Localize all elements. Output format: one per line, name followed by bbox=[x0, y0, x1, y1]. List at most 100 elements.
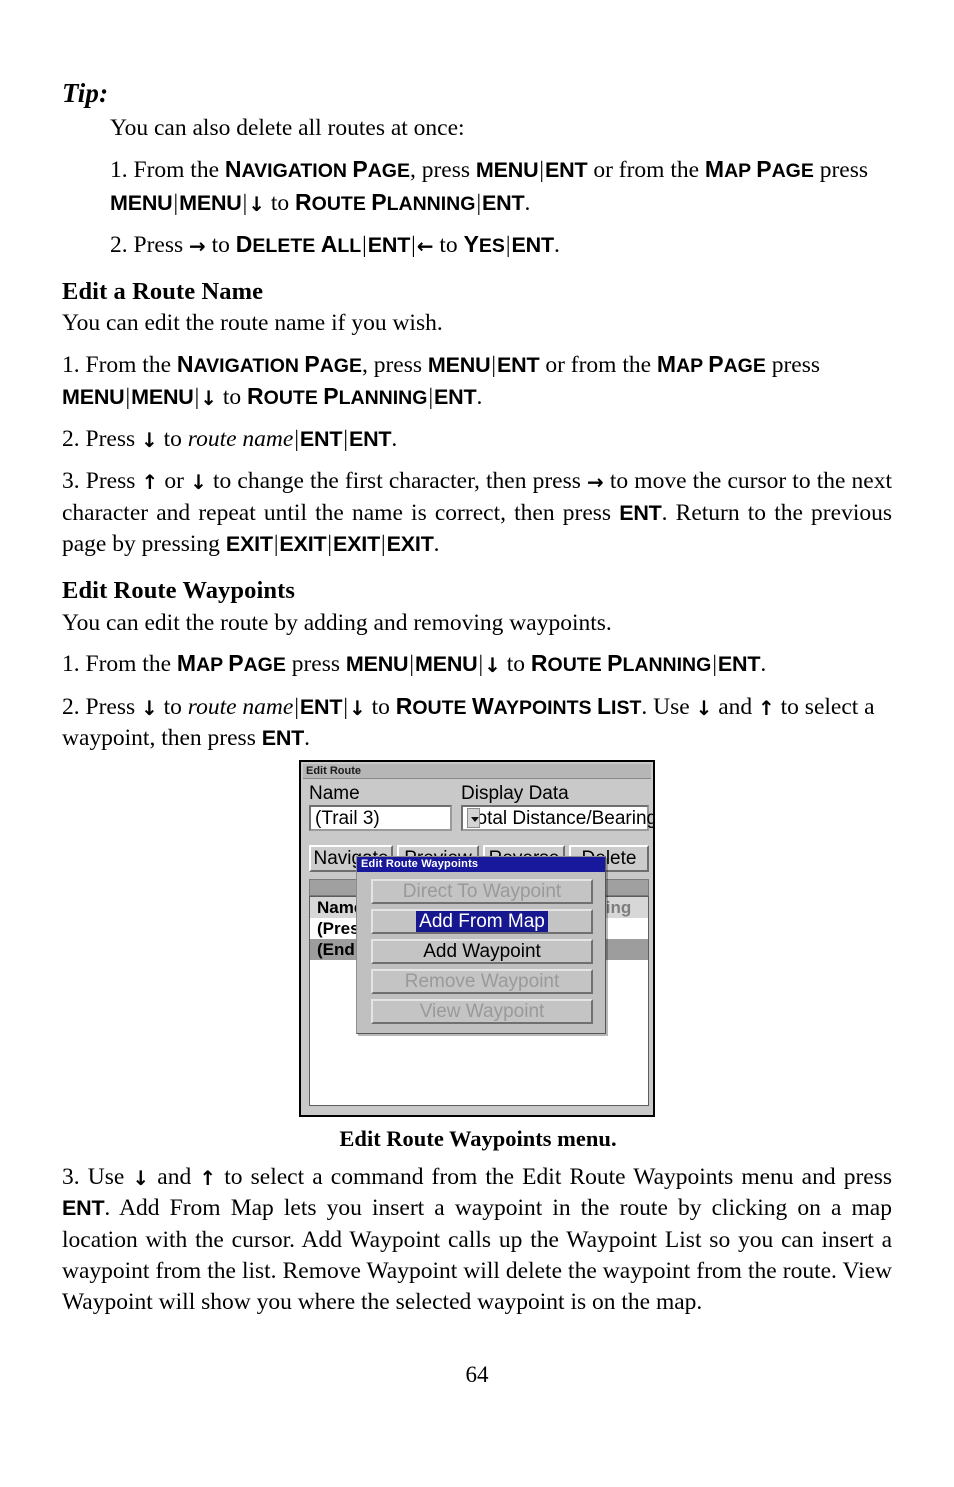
dialog-titlebar: Edit Route Waypoints bbox=[357, 857, 605, 872]
key-map-page: MAP PAGE bbox=[656, 350, 766, 377]
key-exit-4: EXIT bbox=[386, 531, 434, 556]
text-run: to bbox=[265, 189, 296, 216]
text-run: 1. From the bbox=[110, 157, 225, 184]
key-map-page: MAP PAGE bbox=[704, 156, 814, 183]
key-navigation-page: NAVIGATION PAGE bbox=[176, 350, 362, 377]
key-exit-2: EXIT bbox=[279, 531, 327, 556]
text-run: to bbox=[217, 383, 248, 410]
text-run: to change the first character, then pres… bbox=[206, 468, 587, 495]
text-run: to bbox=[500, 650, 531, 677]
menu-item-direct-to-waypoint[interactable]: Direct To Waypoint bbox=[371, 879, 593, 904]
key-separator: | bbox=[409, 650, 414, 676]
menu-item-remove-waypoint[interactable]: Remove Waypoint bbox=[371, 969, 593, 994]
edit-route-waypoints-dialog: Edit Route Waypoints Direct To Waypoint … bbox=[356, 856, 606, 1034]
key-separator: | bbox=[411, 231, 416, 257]
text-run: and bbox=[149, 1164, 200, 1190]
text-run: press bbox=[813, 157, 869, 184]
key-ent-2: ENT bbox=[434, 384, 477, 409]
edit-route-name-step-2: 2. Press ↓ to route name|ENT|ENT. bbox=[62, 424, 892, 455]
arrow-down-icon: ↓ bbox=[141, 428, 158, 453]
arrow-right-icon: → bbox=[189, 233, 206, 258]
page-number: 64 bbox=[465, 1362, 489, 1387]
text-run: . bbox=[760, 650, 767, 677]
menu-item-add-waypoint[interactable]: Add Waypoint bbox=[371, 939, 593, 964]
menu-item-view-waypoint[interactable]: View Waypoint bbox=[371, 999, 593, 1024]
name-field[interactable]: (Trail 3) bbox=[309, 805, 452, 831]
tip-body: You can also delete all routes at once: … bbox=[110, 113, 892, 261]
text-run: 3. Use bbox=[62, 1164, 133, 1190]
key-yes: YES bbox=[463, 230, 505, 257]
text-run: press bbox=[285, 650, 346, 677]
key-exit-3: EXIT bbox=[333, 531, 381, 556]
key-menu-2: MENU bbox=[110, 190, 173, 215]
edit-route-name-intro: You can edit the route name if you wish. bbox=[62, 310, 443, 337]
document-page: Tip: You can also delete all routes at o… bbox=[62, 78, 892, 1418]
arrow-left-icon: ← bbox=[416, 233, 434, 258]
key-route-waypoints-list: ROUTE WAYPOINTS LIST bbox=[395, 693, 642, 720]
key-route-planning: ROUTE PLANNING bbox=[530, 649, 712, 676]
section-heading-edit-a-route-name: Edit a Route Name bbox=[62, 278, 264, 306]
tip-step-2: 2. Press → to DELETE ALL|ENT|← to YES|EN… bbox=[110, 229, 892, 261]
arrow-down-icon: ↓ bbox=[348, 696, 366, 721]
text-run: , press bbox=[409, 157, 476, 184]
text-run: to bbox=[157, 426, 188, 453]
key-menu-3: MENU bbox=[179, 190, 242, 215]
text-run: and bbox=[712, 694, 759, 721]
display-data-field-label: Display Data bbox=[461, 783, 569, 804]
key-separator: | bbox=[362, 231, 367, 257]
edit-route-name-step-1: 1. From the NAVIGATION PAGE, press MENU|… bbox=[62, 349, 892, 414]
text-run: or from the bbox=[587, 157, 705, 184]
arrow-down-icon: ↓ bbox=[484, 652, 501, 677]
chevron-down-icon[interactable] bbox=[467, 808, 480, 828]
text-run: 3. Press bbox=[62, 468, 142, 495]
display-data-value: Total Distance/Bearing bbox=[467, 808, 655, 829]
arrow-up-icon: ↑ bbox=[199, 1166, 217, 1190]
key-separator: | bbox=[712, 650, 717, 676]
key-menu-2: MENU bbox=[415, 651, 478, 676]
key-ent-2: ENT bbox=[482, 190, 525, 215]
text-run: . bbox=[433, 530, 440, 557]
text-run: . bbox=[304, 725, 310, 752]
menu-item-add-from-map[interactable]: Add From Map bbox=[371, 909, 593, 934]
key-ent: ENT bbox=[62, 1196, 105, 1221]
key-ent: ENT bbox=[497, 352, 540, 377]
name-field-label: Name bbox=[309, 783, 360, 804]
text-run: , press bbox=[361, 351, 428, 378]
key-ent: ENT bbox=[299, 695, 343, 720]
key-separator: | bbox=[294, 694, 299, 720]
tip-step-1: 1. From the NAVIGATION PAGE, press MENU|… bbox=[110, 154, 892, 219]
key-menu: MENU bbox=[427, 352, 491, 377]
key-navigation-page: NAVIGATION PAGE bbox=[224, 156, 410, 183]
arrow-down-icon: ↓ bbox=[190, 470, 207, 495]
key-ent: ENT bbox=[367, 232, 411, 257]
arrow-right-icon: → bbox=[587, 470, 604, 495]
key-ent: ENT bbox=[299, 427, 343, 452]
key-menu-3: MENU bbox=[131, 384, 194, 409]
text-run: 2. Press bbox=[62, 426, 141, 453]
key-ent: ENT bbox=[619, 500, 662, 525]
key-ent: ENT bbox=[717, 651, 761, 676]
tip-heading: Tip: bbox=[62, 78, 109, 108]
tip-intro: You can also delete all routes at once: bbox=[110, 115, 465, 142]
text-run: . bbox=[553, 231, 560, 258]
arrow-up-icon: ↑ bbox=[758, 696, 775, 721]
edit-route-waypoints-step-1: 1. From the MAP PAGE press MENU|MENU|↓ t… bbox=[62, 648, 892, 680]
figure-caption: Edit Route Waypoints menu. bbox=[339, 1126, 617, 1151]
key-separator: | bbox=[294, 426, 299, 452]
edit-route-waypoints-step-2: 2. Press ↓ to route name|ENT|↓ to ROUTE … bbox=[62, 691, 892, 755]
key-separator: | bbox=[505, 231, 511, 257]
text-run: 1. From the bbox=[62, 351, 177, 378]
text-run: . bbox=[476, 383, 483, 410]
text-run: . Use bbox=[641, 694, 696, 721]
window-titlebar-edit-route: Edit Route bbox=[303, 764, 651, 779]
gps-screen-content: Edit Route Name (Trail 3) Display Data T… bbox=[303, 764, 653, 1113]
display-data-dropdown[interactable]: Total Distance/Bearing bbox=[461, 805, 653, 831]
key-separator: | bbox=[343, 694, 348, 720]
key-ent-2: ENT bbox=[348, 427, 392, 452]
placeholder-route-name: route name bbox=[187, 426, 294, 453]
key-menu-2: MENU bbox=[62, 384, 125, 409]
arrow-up-icon: ↑ bbox=[141, 470, 159, 495]
text-run: to bbox=[433, 231, 464, 258]
key-route-planning: ROUTE PLANNING bbox=[295, 188, 476, 215]
key-menu: MENU bbox=[475, 158, 539, 183]
